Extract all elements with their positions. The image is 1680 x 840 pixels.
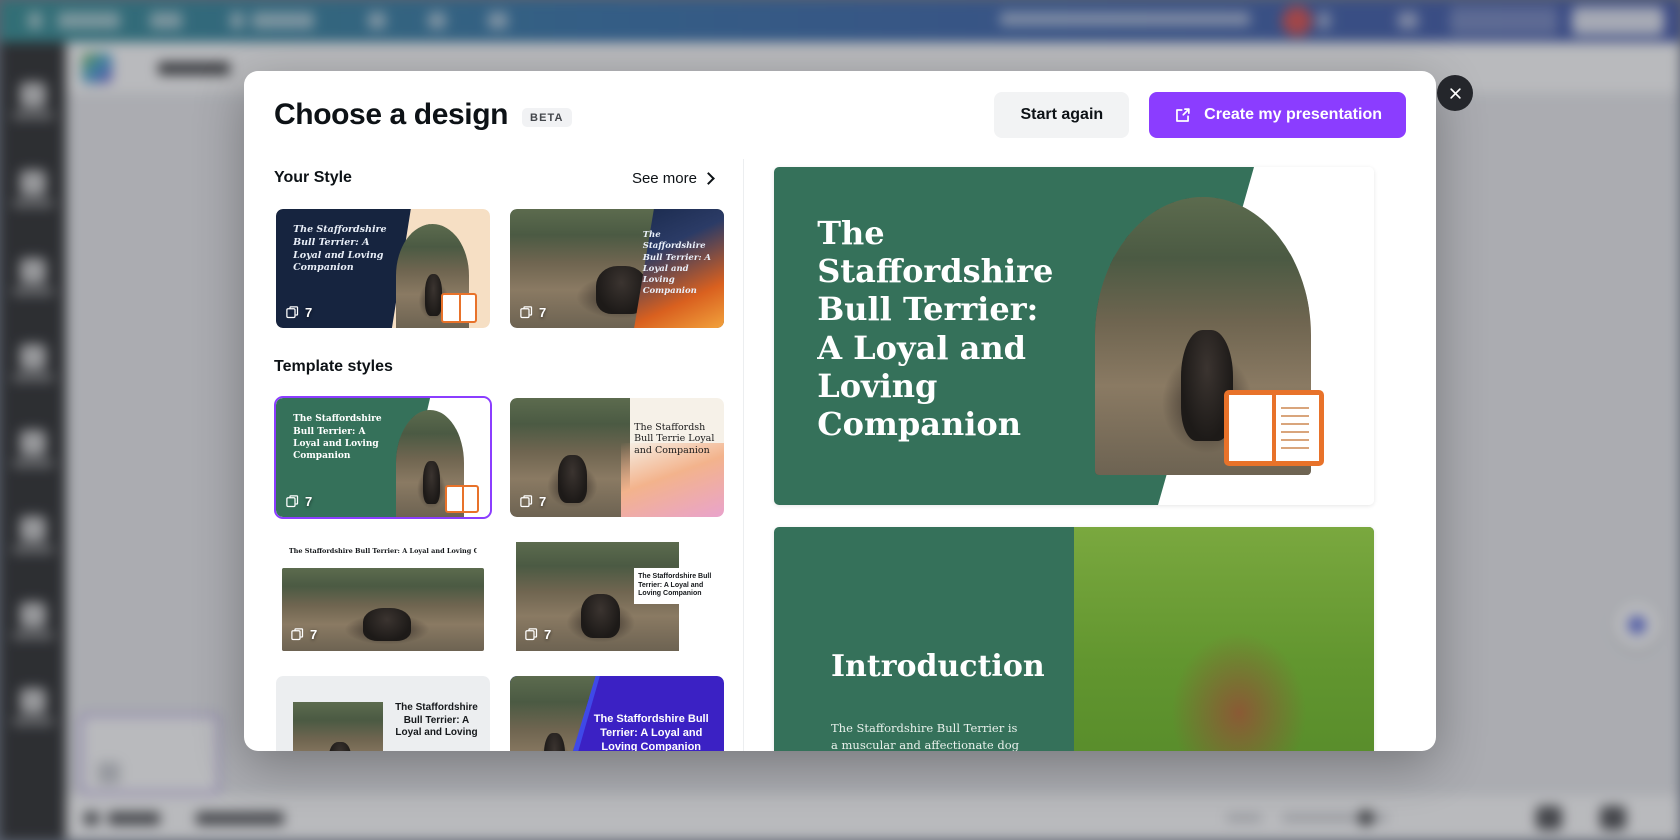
template-card-cream-serif[interactable]: The Staffordsh Bull Terrie Loyal and Com…: [508, 396, 726, 519]
pages-icon: [525, 628, 538, 641]
book-illustration: [445, 485, 480, 514]
slide-photo: [1074, 527, 1374, 751]
page-count-badge: 7: [285, 305, 312, 320]
card-photo: [293, 702, 383, 751]
close-icon: [1449, 87, 1461, 99]
template-card-preview: The Staffordshire Bull Terrier: A Loyal …: [276, 676, 490, 751]
page-count: 7: [305, 305, 313, 320]
pages-icon: [286, 306, 299, 319]
page-title: Choose a design: [274, 98, 509, 131]
dialog-body: Your Style See more The Staffordshire Bu…: [244, 159, 1436, 751]
style-card-navy-script[interactable]: The Staffordshire Bull Terrier: A Loyal …: [274, 207, 492, 330]
styles-column[interactable]: Your Style See more The Staffordshire Bu…: [244, 159, 744, 751]
pages-icon: [520, 306, 533, 319]
card-title: The Staffordsh Bull Terrie Loyal and Com…: [634, 421, 715, 456]
card-title: The Staffordshire Bull Terrier: A Loyal …: [293, 414, 382, 461]
page-count-badge: 7: [285, 494, 312, 509]
create-button-label: Create my presentation: [1204, 106, 1382, 123]
slide-title: Introduction: [831, 648, 1045, 684]
beta-badge: BETA: [522, 107, 572, 127]
preview-slide-title: The Staffordshire Bull Terrier: A Loyal …: [774, 167, 1374, 505]
book-illustration: [1224, 390, 1324, 467]
see-more-label: See more: [631, 169, 697, 187]
header-actions: Start again Create my presentation: [994, 92, 1406, 138]
start-again-button[interactable]: Start again: [994, 92, 1130, 138]
card-title: The Staffordshire Bull Terrier: A Loyal …: [642, 230, 712, 296]
forest-dog-image: [293, 702, 383, 751]
card-title: The Staffordshire Bull Terrier: A Loyal …: [593, 712, 709, 751]
template-card-green-serif[interactable]: The Staffordshire Bull Terrier: A Loyal …: [274, 396, 492, 519]
card-title: The Staffordshire Bull Terrier: A Loyal …: [395, 702, 478, 739]
page-count-badge: 7: [290, 627, 317, 642]
see-more-button[interactable]: See more: [631, 169, 715, 187]
card-title: The Staffordshire Bull Terrier: A Loyal …: [634, 567, 720, 605]
template-styles-header: Template styles: [274, 348, 713, 386]
preview-slide-introduction: Introduction The Staffordshire Bull Terr…: [774, 527, 1374, 751]
slide-title: The Staffordshire Bull Terrier: A Loyal …: [817, 214, 1054, 443]
page-count: 7: [310, 627, 318, 642]
page-count-badge: 7: [524, 627, 551, 642]
external-link-icon: [1176, 107, 1190, 122]
card-title: The Staffordshire Bull Terrier: A Loyal …: [293, 224, 387, 274]
template-card-purple-bold[interactable]: The Staffordshire Bull Terrier: A Loyal …: [508, 674, 726, 751]
pages-icon: [291, 628, 304, 641]
page-count: 7: [544, 627, 552, 642]
template-card-grey-centered[interactable]: The Staffordshire Bull Terrier: A Loyal …: [274, 674, 492, 751]
template-card-white-headline[interactable]: The Staffordshire Bull Terrier: A Loyal …: [274, 535, 492, 658]
page-count-badge: 7: [519, 494, 546, 509]
page-count: 7: [539, 305, 547, 320]
page-count-badge: 7: [519, 305, 546, 320]
card-title: The Staffordshire Bull Terrier: A Loyal …: [288, 547, 477, 555]
your-style-grid: The Staffordshire Bull Terrier: A Loyal …: [274, 207, 726, 330]
your-style-title: Your Style: [274, 169, 352, 186]
preview-column[interactable]: The Staffordshire Bull Terrier: A Loyal …: [744, 159, 1436, 751]
dog-grass-image: [1074, 527, 1374, 751]
choose-a-design-dialog: Choose a design BETA Start again Create …: [244, 71, 1436, 751]
create-my-presentation-button[interactable]: Create my presentation: [1149, 92, 1406, 138]
slide-body: The Staffordshire Bull Terrier is a musc…: [831, 720, 1020, 751]
page-count: 7: [305, 494, 313, 509]
template-styles-grid: The Staffordshire Bull Terrier: A Loyal …: [274, 396, 726, 751]
pages-icon: [286, 495, 299, 508]
your-style-header: Your Style See more: [274, 159, 715, 197]
template-card-preview: The Staffordshire Bull Terrier: A Loyal …: [510, 676, 724, 751]
book-illustration: [441, 293, 478, 324]
template-styles-title: Template styles: [274, 358, 393, 375]
dialog-header: Choose a design BETA Start again Create …: [244, 71, 1436, 159]
close-dialog-button[interactable]: [1437, 75, 1473, 111]
chevron-right-icon: [702, 171, 715, 185]
page-count: 7: [539, 494, 547, 509]
pages-icon: [520, 495, 533, 508]
template-card-photo-label[interactable]: The Staffordshire Bull Terrier: A Loyal …: [508, 535, 726, 658]
style-card-orange-gradient[interactable]: The Staffordshire Bull Terrier: A Loyal …: [508, 207, 726, 330]
